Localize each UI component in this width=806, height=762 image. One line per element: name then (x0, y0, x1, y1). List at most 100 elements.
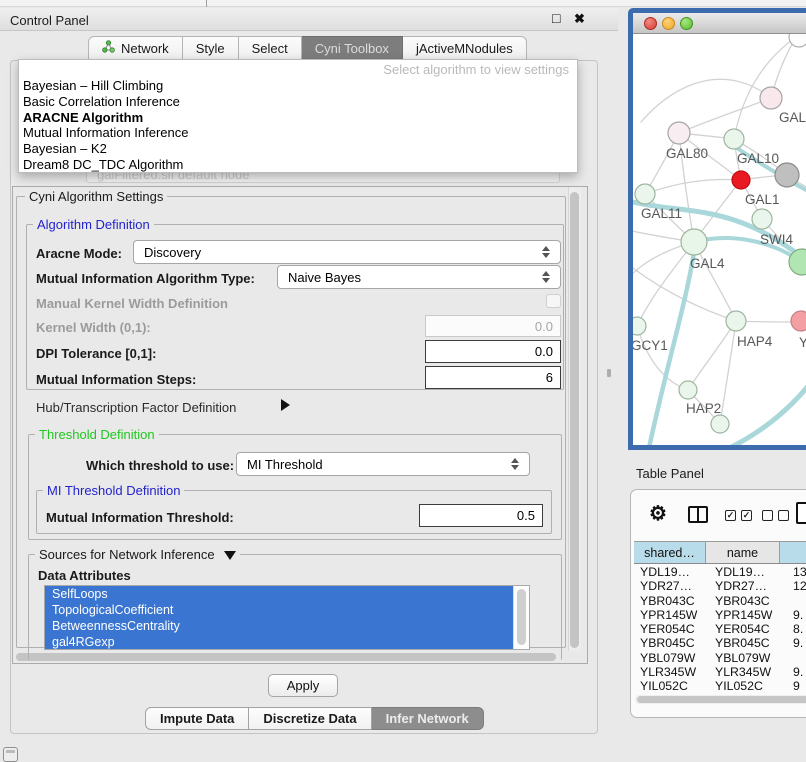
tab-infer-network[interactable]: Infer Network (372, 707, 484, 730)
select-all-checkbox-icon[interactable]: ✓ (741, 510, 752, 521)
data-attribute-item[interactable]: BetweennessCentrality (45, 618, 513, 634)
settings-vertical-scrollbar-thumb[interactable] (570, 192, 579, 648)
deselect-all-checkbox-icon[interactable] (778, 510, 789, 521)
table-row[interactable]: YDR27…YDR27…12 (634, 579, 806, 593)
data-attribute-item[interactable]: SelfLoops (45, 586, 513, 602)
data-attributes-list[interactable]: SelfLoopsTopologicalCoefficientBetweenne… (44, 585, 530, 650)
export-table-icon[interactable] (796, 502, 806, 524)
network-node[interactable] (760, 87, 782, 109)
network-node[interactable] (732, 171, 750, 189)
table-cell[interactable]: YBL079W (634, 651, 706, 665)
column-header-name[interactable]: name (706, 542, 780, 563)
kernel-width-field[interactable]: 0.0 (425, 315, 561, 337)
close-window-icon[interactable] (644, 17, 657, 30)
mi-threshold-field[interactable]: 0.5 (419, 504, 543, 527)
hub-expand-icon[interactable] (281, 399, 290, 411)
table-row[interactable]: YBR045CYBR045C9. (634, 636, 806, 650)
algorithm-option[interactable]: Bayesian – Hill Climbing (19, 78, 577, 94)
columns-icon[interactable] (688, 506, 708, 523)
network-node[interactable] (726, 311, 746, 331)
network-edge[interactable] (720, 321, 736, 424)
sources-collapse-icon[interactable] (224, 551, 236, 560)
network-edge[interactable] (637, 242, 694, 326)
network-node[interactable] (668, 122, 690, 144)
zoom-window-icon[interactable] (680, 17, 693, 30)
table-cell[interactable]: YBR043C (634, 594, 706, 608)
network-node[interactable] (752, 209, 772, 229)
tab-cyni-toolbox[interactable]: Cyni Toolbox (302, 36, 403, 60)
network-node[interactable] (791, 311, 806, 331)
table-cell[interactable]: YDR27… (706, 579, 780, 593)
table-cell[interactable] (780, 651, 806, 665)
network-edge[interactable] (721, 372, 806, 445)
table-row[interactable]: YIL052CYIL052C9 (634, 679, 806, 693)
hub-definition-label[interactable]: Hub/Transcription Factor Definition (36, 400, 236, 415)
algorithm-dropdown[interactable]: Select algorithm to view settings Bayesi… (18, 59, 578, 173)
which-threshold-combo[interactable]: MI Threshold (236, 452, 530, 476)
close-panel-icon[interactable]: ✖ (574, 11, 585, 27)
table-cell[interactable]: YDR27… (634, 579, 706, 593)
table-cell[interactable]: YDL19… (634, 565, 706, 579)
network-node[interactable] (775, 163, 799, 187)
table-cell[interactable]: YIL052C (634, 679, 706, 693)
table-cell[interactable]: YER054C (706, 622, 780, 636)
table-cell[interactable]: 9. (780, 665, 806, 679)
table-cell[interactable]: 9. (780, 608, 806, 622)
table-cell[interactable]: 12 (780, 579, 806, 593)
network-node[interactable] (711, 415, 729, 433)
attributes-scrollbar-thumb[interactable] (517, 589, 526, 645)
table-row[interactable]: YBR043CYBR043C (634, 594, 806, 608)
data-attribute-item[interactable]: gal4RGexp (45, 634, 513, 650)
table-cell[interactable]: YBL079W (706, 651, 780, 665)
table-cell[interactable]: YER054C (634, 622, 706, 636)
table-cell[interactable]: 9. (780, 636, 806, 650)
table-cell[interactable]: YBR045C (634, 636, 706, 650)
tab-impute-data[interactable]: Impute Data (145, 707, 249, 730)
algorithm-option[interactable]: Basic Correlation Inference (19, 94, 577, 110)
tab-discretize-data[interactable]: Discretize Data (249, 707, 371, 730)
table-cell[interactable]: YPR145W (706, 608, 780, 622)
algorithm-option[interactable]: ARACNE Algorithm (19, 110, 577, 126)
table-cell[interactable]: YIL052C (706, 679, 780, 693)
tab-select[interactable]: Select (239, 36, 302, 60)
column-header-shared-name[interactable]: shared… (634, 542, 706, 563)
mi-type-combo[interactable]: Naive Bayes (277, 265, 561, 289)
tab-jactivemnodules[interactable]: jActiveMNodules (403, 36, 527, 60)
manual-kernel-checkbox[interactable] (546, 294, 561, 308)
panel-splitter-handle[interactable] (607, 369, 611, 377)
data-attribute-item[interactable]: TopologicalCoefficient (45, 602, 513, 618)
column-header-partial[interactable] (780, 542, 806, 563)
network-node[interactable] (724, 129, 744, 149)
table-cell[interactable]: 13 (780, 565, 806, 579)
network-graph[interactable]: GALGAL80GAL10GAL1GAL11SWI4GAL4GCY1HAP4YH… (633, 34, 806, 445)
attributes-scrollbar[interactable] (513, 586, 530, 649)
table-cell[interactable]: YDL19… (706, 565, 780, 579)
select-all-checkbox-icon[interactable]: ✓ (725, 510, 736, 521)
float-panel-icon[interactable]: □ (552, 10, 560, 26)
table-row[interactable]: YLR345WYLR345W9. (634, 665, 806, 679)
table-cell[interactable]: YBR043C (706, 594, 780, 608)
table-row[interactable]: YER054CYER054C8. (634, 622, 806, 636)
apply-button[interactable]: Apply (268, 674, 338, 697)
table-cell[interactable]: YLR345W (634, 665, 706, 679)
network-window-titlebar[interactable] (633, 13, 806, 34)
gear-icon[interactable]: ⚙ (649, 501, 667, 526)
minimize-window-icon[interactable] (662, 17, 675, 30)
table-cell[interactable]: YBR045C (706, 636, 780, 650)
table-row[interactable]: YPR145WYPR145W9. (634, 608, 806, 622)
table-row[interactable]: YDL19…YDL19…13 (634, 565, 806, 579)
algorithm-option[interactable]: Bayesian – K2 (19, 141, 577, 157)
table-horizontal-scrollbar-thumb[interactable] (637, 696, 806, 703)
mi-steps-field[interactable]: 6 (425, 366, 561, 389)
deselect-all-checkbox-icon[interactable] (762, 510, 773, 521)
algorithm-option[interactable]: Dream8 DC_TDC Algorithm (19, 157, 577, 173)
minimized-panel-icon[interactable] (3, 747, 18, 762)
network-edge[interactable] (641, 79, 771, 122)
dpi-tolerance-field[interactable]: 0.0 (425, 340, 561, 363)
network-node[interactable] (789, 249, 806, 275)
network-node[interactable] (681, 229, 707, 255)
network-edge[interactable] (688, 321, 736, 390)
network-node[interactable] (635, 184, 655, 204)
table-cell[interactable]: 9 (780, 679, 806, 693)
table-row[interactable]: YBL079WYBL079W (634, 651, 806, 665)
